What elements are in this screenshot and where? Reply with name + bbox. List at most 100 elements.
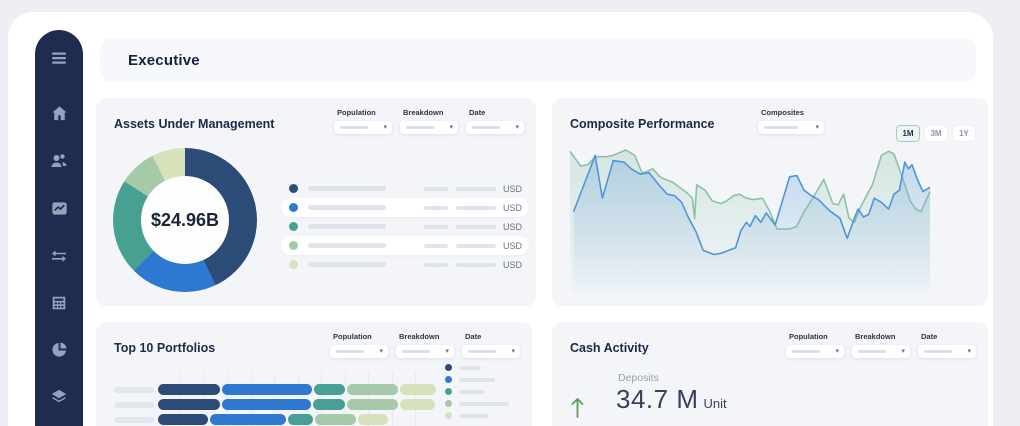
- value-placeholder: [456, 206, 496, 210]
- population-label: Population: [789, 332, 844, 341]
- segment-sage: [347, 384, 398, 395]
- breakdown-filter: Breakdown ▾: [852, 332, 910, 358]
- legend-name-placeholder: [459, 414, 489, 418]
- placeholder-dash: [340, 126, 368, 129]
- breakdown-filter: Breakdown ▾: [396, 332, 454, 358]
- population-label: Population: [337, 108, 392, 117]
- portfolios-card-title: Top 10 Portfolios: [114, 341, 215, 355]
- composites-filter: Composites ▾: [758, 108, 824, 134]
- placeholder-dash: [858, 350, 886, 353]
- portfolio-name-placeholder: [114, 417, 154, 423]
- chevron-down-icon: ▾: [379, 348, 383, 355]
- aum-legend-row[interactable]: USD: [281, 179, 529, 198]
- legend-dot: [445, 364, 452, 371]
- portfolio-legend-item[interactable]: [445, 412, 509, 419]
- placeholder-dash: [472, 126, 500, 129]
- menu-icon[interactable]: [48, 48, 70, 68]
- deposits-up-arrow-icon: [570, 396, 585, 424]
- segment-pale: [400, 384, 436, 395]
- composites-label: Composites: [761, 108, 824, 117]
- breakdown-label: Breakdown: [399, 332, 454, 341]
- chevron-down-icon: ▾: [901, 348, 905, 355]
- composites-select[interactable]: ▾: [758, 121, 824, 134]
- date-label: Date: [469, 108, 524, 117]
- range-button-1m[interactable]: 1M: [896, 125, 920, 142]
- chevron-down-icon: ▾: [835, 348, 839, 355]
- chevron-down-icon: ▾: [449, 124, 453, 131]
- legend-name-placeholder: [459, 366, 481, 370]
- legend-name-placeholder: [308, 262, 386, 267]
- deposits-label: Deposits: [618, 372, 659, 384]
- portfolio-bar-row[interactable]: [114, 384, 438, 395]
- date-label: Date: [921, 332, 976, 341]
- aum-donut-chart[interactable]: $24.96B: [113, 148, 257, 292]
- segment-navy: [158, 384, 220, 395]
- portfolio-bar-row[interactable]: [114, 399, 438, 410]
- layers-icon[interactable]: [48, 387, 70, 407]
- population-filter: Population ▾: [334, 108, 392, 134]
- breakdown-filter: Breakdown ▾: [400, 108, 458, 134]
- currency-label: USD: [503, 241, 523, 251]
- legend-dot: [445, 400, 452, 407]
- date-filter: Date ▾: [918, 332, 976, 358]
- segment-blue: [222, 399, 311, 410]
- aum-filters: Population ▾ Breakdown ▾ Date ▾: [334, 108, 524, 134]
- portfolio-legend-item[interactable]: [445, 364, 509, 371]
- range-button-1y[interactable]: 1Y: [952, 125, 976, 142]
- segment-teal: [288, 414, 313, 425]
- breakdown-select[interactable]: ▾: [852, 345, 910, 358]
- legend-dot: [289, 184, 298, 193]
- donut-hole: $24.96B: [141, 176, 229, 264]
- value-placeholder: [456, 187, 496, 191]
- aum-legend-row[interactable]: USD: [281, 198, 529, 217]
- segment-navy: [158, 414, 208, 425]
- date-select[interactable]: ▾: [466, 121, 524, 134]
- date-label: Date: [465, 332, 520, 341]
- portfolio-legend-item[interactable]: [445, 376, 509, 383]
- date-select[interactable]: ▾: [918, 345, 976, 358]
- header-bar: Executive: [100, 38, 976, 82]
- breakdown-select[interactable]: ▾: [396, 345, 454, 358]
- portfolio-legend-item[interactable]: [445, 388, 509, 395]
- legend-dot: [289, 241, 298, 250]
- aum-legend-row[interactable]: USD: [281, 217, 529, 236]
- aum-legend-row[interactable]: USD: [281, 236, 529, 255]
- portfolio-legend: [445, 364, 509, 424]
- segment-navy: [158, 399, 220, 410]
- chevron-down-icon: ▾: [967, 348, 971, 355]
- value-placeholder: [424, 206, 448, 210]
- legend-dot: [289, 260, 298, 269]
- legend-dot: [289, 222, 298, 231]
- breakdown-select[interactable]: ▾: [400, 121, 458, 134]
- value-placeholder: [424, 225, 448, 229]
- composite-line-chart[interactable]: [568, 144, 932, 294]
- legend-name-placeholder: [308, 224, 386, 229]
- transfers-icon[interactable]: [48, 246, 70, 266]
- segment-teal: [314, 384, 345, 395]
- deposits-unit: Unit: [704, 396, 727, 411]
- home-icon[interactable]: [48, 104, 70, 123]
- population-select[interactable]: ▾: [786, 345, 844, 358]
- performance-chart-icon[interactable]: [48, 199, 70, 218]
- date-select[interactable]: ▾: [462, 345, 520, 358]
- date-filter: Date ▾: [462, 332, 520, 358]
- range-buttons: 1M3M1Y: [896, 125, 976, 142]
- value-placeholder: [424, 244, 448, 248]
- legend-name-placeholder: [459, 378, 495, 382]
- value-placeholder: [424, 187, 448, 191]
- allocation-pie-icon[interactable]: [48, 340, 70, 359]
- calculator-icon[interactable]: [48, 294, 70, 312]
- users-icon[interactable]: [48, 151, 70, 171]
- population-select[interactable]: ▾: [334, 121, 392, 134]
- segment-sage: [347, 399, 398, 410]
- population-select[interactable]: ▾: [330, 345, 388, 358]
- currency-label: USD: [503, 260, 523, 270]
- population-label: Population: [333, 332, 388, 341]
- chevron-down-icon: ▾: [815, 124, 819, 131]
- portfolio-legend-item[interactable]: [445, 400, 509, 407]
- aum-legend-row[interactable]: USD: [281, 255, 529, 274]
- legend-name-placeholder: [459, 390, 485, 394]
- aum-total-value: $24.96B: [151, 210, 219, 231]
- range-button-3m[interactable]: 3M: [924, 125, 948, 142]
- portfolio-bar-row[interactable]: [114, 414, 438, 425]
